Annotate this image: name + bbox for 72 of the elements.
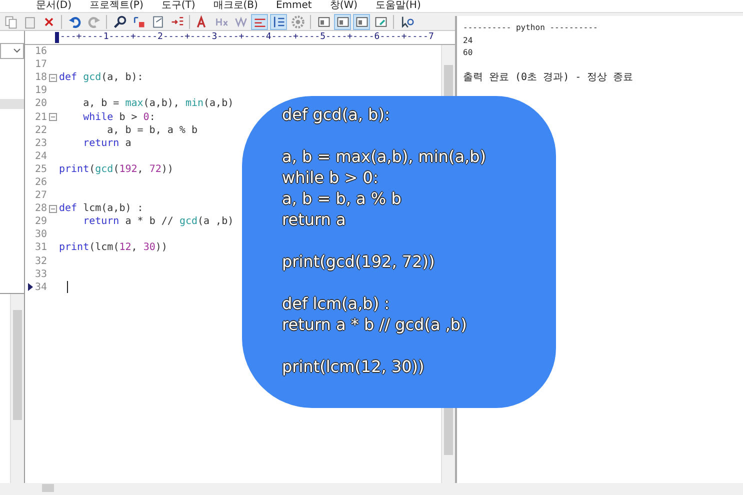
panel-icon bbox=[336, 14, 350, 28]
line-number: 31 bbox=[34, 242, 47, 254]
scrollbar[interactable] bbox=[10, 294, 24, 483]
fold-toggle-icon[interactable] bbox=[49, 113, 57, 122]
line-number: 28 bbox=[34, 203, 47, 214]
panel-icon bbox=[354, 14, 368, 28]
line-number: 24 bbox=[34, 150, 47, 162]
callout-code-line: a, b = b, a % b bbox=[282, 188, 402, 209]
line-number: 33 bbox=[34, 268, 47, 280]
output-line: 60 bbox=[463, 47, 474, 59]
line-number: 22 bbox=[34, 124, 47, 136]
line-number: 34 bbox=[34, 282, 47, 293]
toolbar-button[interactable] bbox=[111, 14, 128, 30]
line-number: 27 bbox=[34, 190, 47, 202]
redo-icon bbox=[86, 14, 100, 28]
code-line: def lcm(a,b) : bbox=[59, 203, 144, 214]
output-line: 출력 완료 (0초 경과) - 정상 종료 bbox=[463, 72, 634, 84]
line-number: 23 bbox=[34, 138, 47, 149]
dropdown[interactable] bbox=[0, 43, 24, 59]
callout-code-line: def lcm(a,b) : bbox=[282, 293, 390, 314]
undo-icon bbox=[68, 14, 82, 28]
line-number: 19 bbox=[34, 85, 47, 96]
line-number: 26 bbox=[34, 176, 47, 188]
line-number: 20 bbox=[34, 98, 47, 110]
fold-toggle-icon[interactable] bbox=[49, 74, 57, 82]
menu-item[interactable]: 도구(T) bbox=[161, 0, 196, 12]
code-line: while b > 0: bbox=[82, 112, 156, 123]
toolbar-button[interactable] bbox=[270, 14, 287, 30]
panel-icon bbox=[316, 14, 330, 28]
toolbar-button[interactable] bbox=[353, 14, 370, 30]
output-line: 24 bbox=[463, 34, 474, 46]
window-icon bbox=[374, 14, 388, 28]
document-icon bbox=[150, 14, 164, 28]
code-line: return a bbox=[82, 138, 132, 149]
line-number: 30 bbox=[34, 229, 47, 240]
line-number: 16 bbox=[34, 46, 47, 58]
callout-code-line: while b > 0: bbox=[282, 167, 378, 188]
menu-item[interactable]: 문서(D) bbox=[36, 0, 72, 12]
menu-item[interactable]: Emmet bbox=[276, 0, 312, 12]
ruler: ---+----1----+----2----+----3----+----4----+----5----+----6----+----7 bbox=[25, 31, 455, 45]
gear-icon bbox=[290, 14, 304, 28]
callout-code-line: a, b = max(a,b), min(a,b) bbox=[282, 146, 486, 167]
line-number: 25 bbox=[34, 164, 47, 175]
callout-code-line: return a bbox=[282, 209, 346, 230]
callout-code-line: print(gcd(192, 72)) bbox=[282, 251, 435, 272]
indent-icon bbox=[170, 14, 184, 28]
search-icon bbox=[112, 14, 126, 28]
output-line: ---------- python ---------- bbox=[463, 22, 599, 34]
menu-item[interactable]: 매크로(B) bbox=[213, 0, 258, 12]
fold-toggle-icon[interactable] bbox=[49, 204, 57, 213]
code-line: def gcd(a, b): bbox=[59, 72, 144, 84]
line-number: 21 bbox=[34, 112, 47, 123]
chevron-down-icon bbox=[13, 48, 21, 54]
line-number: 29 bbox=[34, 216, 47, 228]
callout-code-line: print(lcm(12, 30)) bbox=[282, 356, 424, 377]
code-line: a, b = b, a % b bbox=[106, 124, 198, 136]
code-line: return a * b // gcd(a ,b) bbox=[82, 216, 234, 228]
line-number: 18 bbox=[34, 72, 47, 84]
code-line: print(lcm(12, 30)) bbox=[59, 242, 168, 254]
text-cursor bbox=[67, 281, 68, 294]
callout-code-line: def gcd(a, b): bbox=[282, 104, 390, 125]
toolbar-button[interactable] bbox=[334, 14, 351, 30]
line-number: 32 bbox=[34, 256, 47, 267]
menu-item[interactable]: 도움말(H) bbox=[376, 0, 421, 12]
line-number: 17 bbox=[34, 59, 47, 70]
code-line: a, b = max(a,b), min(a,b) bbox=[82, 98, 234, 110]
numbers-icon bbox=[272, 14, 286, 28]
menu-item[interactable]: 창(W) bbox=[330, 0, 358, 12]
copy-icon bbox=[4, 14, 18, 28]
callout-code-line: return a * b // gcd(a ,b) bbox=[282, 314, 467, 335]
code-line: print(gcd(192, 72)) bbox=[59, 164, 174, 175]
menu-item[interactable]: 프로젝트(P) bbox=[90, 0, 144, 12]
